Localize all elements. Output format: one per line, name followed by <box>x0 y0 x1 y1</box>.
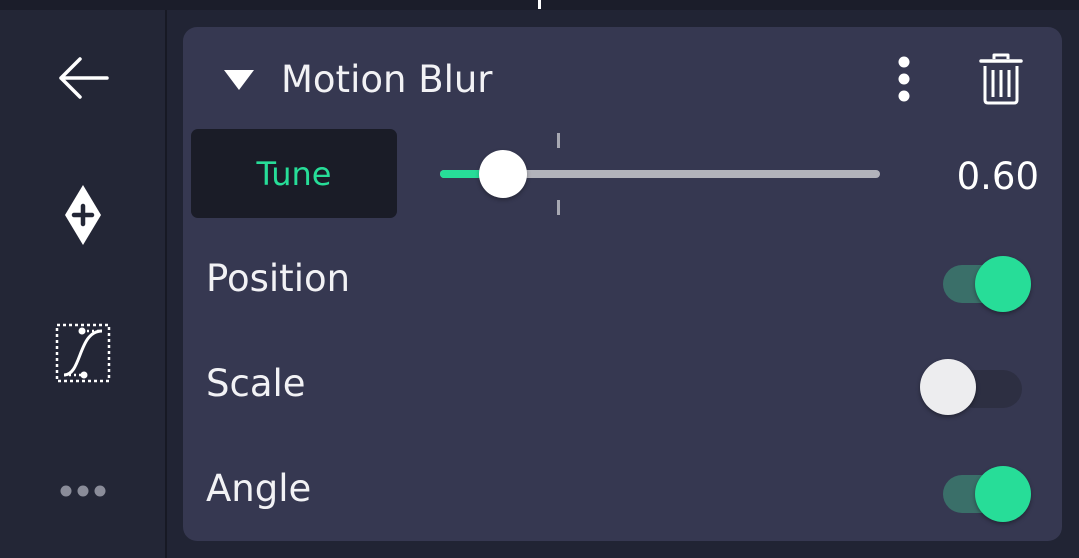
playhead-marker[interactable] <box>538 0 541 9</box>
more-options-button[interactable] <box>883 54 925 104</box>
vertical-dots-icon <box>898 56 910 102</box>
add-keyframe-icon <box>65 185 101 245</box>
slider-default-tick-top <box>557 133 560 148</box>
toggle-knob <box>975 466 1031 522</box>
slider-value: 0.60 <box>956 155 1039 198</box>
slider-fill <box>440 170 483 178</box>
triangle-down-icon <box>224 70 254 90</box>
scale-toggle[interactable] <box>920 353 1035 415</box>
toggle-knob <box>975 256 1031 312</box>
param-label-angle: Angle <box>206 467 312 510</box>
more-dots-icon <box>60 485 106 497</box>
param-label-position: Position <box>206 257 351 300</box>
back-arrow-icon <box>59 57 109 99</box>
position-toggle[interactable] <box>935 248 1035 312</box>
trash-icon <box>979 53 1023 105</box>
blur-amount-slider[interactable] <box>440 133 882 217</box>
easing-curve-icon <box>55 323 111 383</box>
slider-default-tick-bottom <box>557 200 560 215</box>
add-keyframe-button[interactable] <box>42 180 124 250</box>
back-button[interactable] <box>42 43 124 113</box>
toggle-knob <box>920 359 976 415</box>
effect-title: Motion Blur <box>281 58 493 101</box>
param-label-scale: Scale <box>206 362 306 405</box>
more-options-sidebar-button[interactable] <box>42 456 124 526</box>
slider-thumb[interactable] <box>479 150 527 198</box>
easing-curve-button[interactable] <box>42 318 124 388</box>
angle-toggle[interactable] <box>935 458 1035 522</box>
tune-button[interactable]: Tune <box>191 129 397 218</box>
effect-panel: Motion Blur Tune 0.60 Position Scale Ang… <box>183 27 1062 541</box>
sidebar <box>0 10 165 558</box>
sidebar-divider <box>165 10 167 558</box>
collapse-toggle[interactable] <box>219 65 259 95</box>
delete-effect-button[interactable] <box>975 52 1027 106</box>
